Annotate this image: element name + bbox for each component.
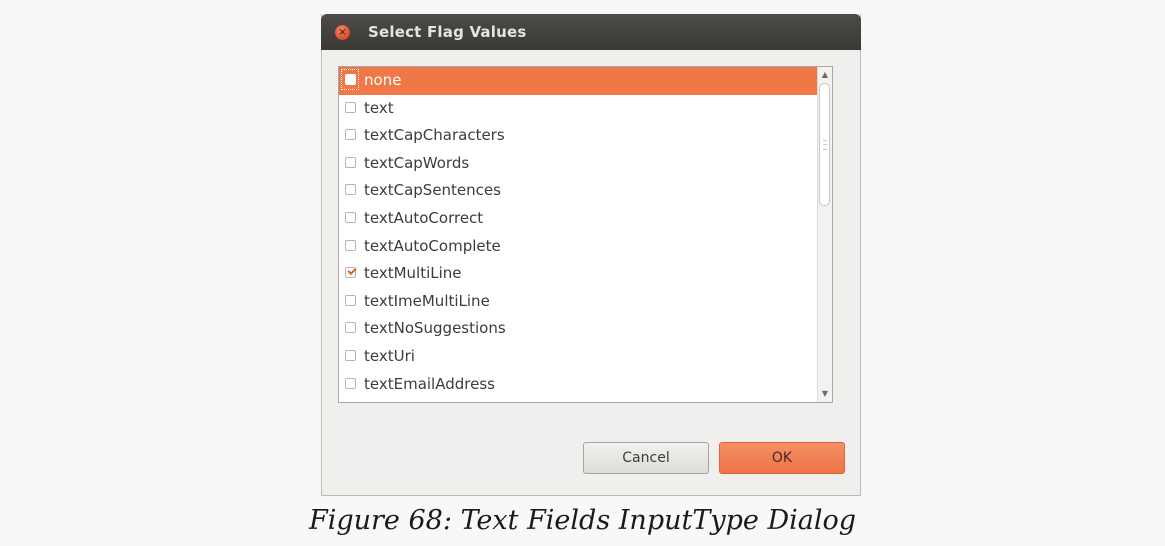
checkbox[interactable] (345, 377, 356, 389)
checkbox[interactable] (345, 211, 356, 223)
scroll-down-arrow-icon[interactable]: ▼ (819, 387, 831, 401)
list-item[interactable]: textCapCharacters (339, 122, 827, 150)
scrollbar-grip-icon (823, 140, 827, 150)
close-icon[interactable]: × (335, 25, 350, 40)
list-item-label: text (364, 98, 394, 117)
list-item[interactable]: textImeMultiLine (339, 288, 827, 316)
list-item[interactable]: none (339, 67, 827, 95)
figure-caption: Figure 68: Text Fields InputType Dialog (308, 505, 857, 536)
list-item-label: textCapWords (364, 153, 470, 172)
cancel-button[interactable]: Cancel (583, 442, 709, 474)
select-flag-values-dialog: × Select Flag Values none text textCapChar… (321, 14, 861, 496)
checkbox[interactable] (345, 74, 356, 85)
list-item-label: textEmailAddress (364, 374, 495, 393)
checkbox[interactable] (345, 101, 356, 113)
list-item-label: textUri (364, 346, 415, 365)
checkbox-checked[interactable] (345, 267, 356, 279)
list-item-label: textCapCharacters (364, 126, 505, 145)
list-item[interactable]: textCapWords (339, 150, 827, 178)
flag-list[interactable]: none text textCapCharacters textCapWords tex… (338, 66, 833, 403)
list-item[interactable]: textCapSentences (339, 177, 827, 205)
list-item-label: textNoSuggestions (364, 319, 506, 338)
list-item[interactable]: textAutoComplete (339, 233, 827, 261)
scroll-up-arrow-icon[interactable]: ▲ (819, 68, 831, 82)
ok-button[interactable]: OK (719, 442, 845, 474)
list-item[interactable]: textMultiLine (339, 260, 827, 288)
checkbox[interactable] (345, 349, 356, 361)
list-item-label: none (364, 71, 402, 89)
dialog-titlebar: × Select Flag Values (321, 14, 861, 50)
checkbox[interactable] (345, 184, 356, 196)
list-item[interactable]: textEmailAddress (339, 371, 827, 399)
checkbox[interactable] (345, 322, 356, 334)
list-item[interactable]: text (339, 95, 827, 123)
list-item[interactable]: textUri (339, 343, 827, 371)
list-item-label: textMultiLine (364, 264, 462, 283)
list-item[interactable]: textNoSuggestions (339, 315, 827, 343)
scrollbar-thumb[interactable] (819, 83, 830, 206)
vertical-scrollbar[interactable]: ▲ ▼ (817, 67, 832, 402)
list-item-label: textImeMultiLine (364, 291, 490, 310)
checkbox[interactable] (345, 239, 356, 251)
dialog-title: Select Flag Values (368, 23, 527, 41)
list-item[interactable]: textAutoCorrect (339, 205, 827, 233)
checkbox[interactable] (345, 294, 356, 306)
checkbox[interactable] (345, 156, 356, 168)
list-item-label: textAutoCorrect (364, 208, 484, 227)
list-item-label: textAutoComplete (364, 236, 501, 255)
list-item-label: textCapSentences (364, 181, 501, 200)
checkbox[interactable] (345, 129, 356, 141)
